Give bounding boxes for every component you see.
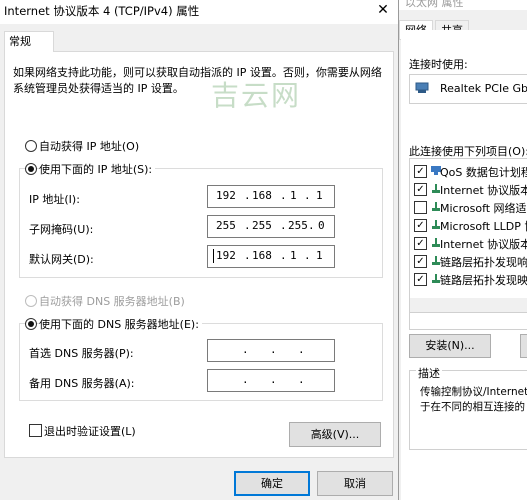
item-label: Internet 协议版本 6 bbox=[440, 238, 527, 251]
manual-dns-radio[interactable] bbox=[25, 318, 37, 330]
ipv4-properties-dialog: Internet 协议版本 4 (TCP/IPv4) 属性 ✕ 常规 如果网络支… bbox=[0, 0, 399, 500]
connect-using-label: 连接时使用: bbox=[409, 58, 468, 71]
ip-address-input[interactable]: 192 . 168 . 1 . 1 bbox=[207, 185, 335, 208]
item-label: Microsoft 网络适配 bbox=[440, 202, 527, 215]
advanced-button[interactable]: 高级(V)... bbox=[289, 422, 381, 447]
description-group: 描述 传输控制协议/Internet 于在不同的相互连接的 bbox=[409, 365, 527, 450]
ip-address-label: IP 地址(I): bbox=[29, 193, 80, 206]
validate-label: 退出时验证设置(L) bbox=[44, 425, 136, 438]
octet: 255 bbox=[252, 219, 272, 232]
item-label: 链路层拓扑发现映射 bbox=[440, 274, 527, 287]
subnet-mask-label: 子网掩码(U): bbox=[29, 223, 94, 236]
octet: 1 bbox=[290, 189, 297, 202]
description-line: 传输控制协议/Internet bbox=[420, 386, 527, 398]
manual-dns-label: 使用下面的 DNS 服务器地址(E): bbox=[39, 316, 202, 332]
octet: 255 bbox=[288, 219, 308, 232]
general-panel: 如果网络支持此功能，则可以获取自动指派的 IP 设置。否则，你需要从网络系统管理… bbox=[4, 51, 394, 458]
adapter-box: Realtek PCIe GbE bbox=[409, 74, 527, 104]
item-label: Internet 协议版本 4 bbox=[440, 184, 527, 197]
description-line: 于在不同的相互连接的 bbox=[420, 401, 525, 413]
ok-button[interactable]: 确定 bbox=[234, 471, 310, 496]
uninstall-button[interactable] bbox=[520, 334, 527, 358]
item-label: QoS 数据包计划程序 bbox=[440, 166, 527, 179]
preferred-dns-input[interactable]: ... bbox=[207, 339, 335, 362]
item-label: Microsoft LLDP 协 bbox=[440, 220, 527, 233]
alternate-dns-label: 备用 DNS 服务器(A): bbox=[29, 377, 135, 390]
octet: 1 bbox=[316, 189, 323, 202]
install-button[interactable]: 安装(N)... bbox=[409, 334, 491, 358]
adapter-name: Realtek PCIe GbE bbox=[440, 82, 527, 95]
ethernet-properties-title: 以太网 属性 bbox=[405, 0, 464, 9]
octet: 168 bbox=[252, 249, 272, 262]
items-label: 此连接使用下列项目(O): bbox=[409, 145, 527, 158]
validate-checkbox[interactable] bbox=[29, 424, 42, 437]
default-gateway-input[interactable]: 192 . 168 . 1 . 1 bbox=[207, 245, 335, 268]
description-text: 传输控制协议/Internet 于在不同的相互连接的 bbox=[420, 385, 527, 415]
octet: 192 bbox=[216, 249, 236, 262]
auto-dns-radio bbox=[25, 295, 37, 307]
close-icon[interactable]: ✕ bbox=[368, 0, 398, 22]
octet: 255 bbox=[216, 219, 236, 232]
item-checkbox[interactable]: ✓ bbox=[414, 219, 427, 232]
site-watermark: 吉云网 bbox=[211, 79, 302, 112]
octet: 168 bbox=[252, 189, 272, 202]
item-label: 链路层拓扑发现响应 bbox=[440, 256, 527, 269]
auto-ip-radio[interactable] bbox=[25, 140, 37, 152]
auto-dns-label: 自动获得 DNS 服务器地址(B) bbox=[39, 295, 185, 308]
octet: 0 bbox=[318, 219, 325, 232]
dialog-title: Internet 协议版本 4 (TCP/IPv4) 属性 bbox=[4, 4, 200, 18]
item-checkbox[interactable]: ✓ bbox=[414, 165, 427, 178]
alternate-dns-input[interactable]: ... bbox=[207, 369, 335, 392]
octet: 192 bbox=[216, 189, 236, 202]
default-gateway-label: 默认网关(D): bbox=[29, 253, 94, 266]
octet: 1 bbox=[316, 249, 323, 262]
manual-ip-label: 使用下面的 IP 地址(S): bbox=[39, 161, 156, 177]
network-adapter-icon bbox=[415, 82, 429, 93]
preferred-dns-label: 首选 DNS 服务器(P): bbox=[29, 347, 134, 360]
item-checkbox[interactable]: ✓ bbox=[414, 237, 427, 250]
ethernet-properties-window: 以太网 属性 网络 共享 连接时使用: Realtek PCIe GbE 此连接… bbox=[398, 0, 527, 500]
list-scrollbar[interactable] bbox=[409, 298, 527, 313]
octet: 1 bbox=[290, 249, 297, 262]
item-checkbox[interactable]: ✓ bbox=[414, 183, 427, 196]
intro-text: 如果网络支持此功能，则可以获取自动指派的 IP 设置。否则，你需要从网络系统管理… bbox=[13, 66, 382, 95]
cancel-button[interactable]: 取消 bbox=[317, 471, 393, 496]
item-checkbox[interactable] bbox=[414, 201, 427, 214]
item-checkbox[interactable]: ✓ bbox=[414, 255, 427, 268]
dialog-titlebar: Internet 协议版本 4 (TCP/IPv4) 属性 ✕ bbox=[0, 0, 398, 24]
description-title: 描述 bbox=[416, 365, 442, 381]
manual-ip-radio[interactable] bbox=[25, 163, 37, 175]
subnet-mask-input[interactable]: 255 . 255 . 255 . 0 bbox=[207, 215, 335, 238]
tab-general[interactable]: 常规 bbox=[4, 31, 54, 52]
item-checkbox[interactable]: ✓ bbox=[414, 273, 427, 286]
text-caret bbox=[213, 249, 214, 263]
ethernet-properties-titlebar: 以太网 属性 bbox=[399, 0, 527, 10]
networking-panel: 连接时使用: Realtek PCIe GbE 此连接使用下列项目(O): ✓ … bbox=[401, 30, 527, 500]
auto-ip-label: 自动获得 IP 地址(O) bbox=[39, 140, 140, 153]
